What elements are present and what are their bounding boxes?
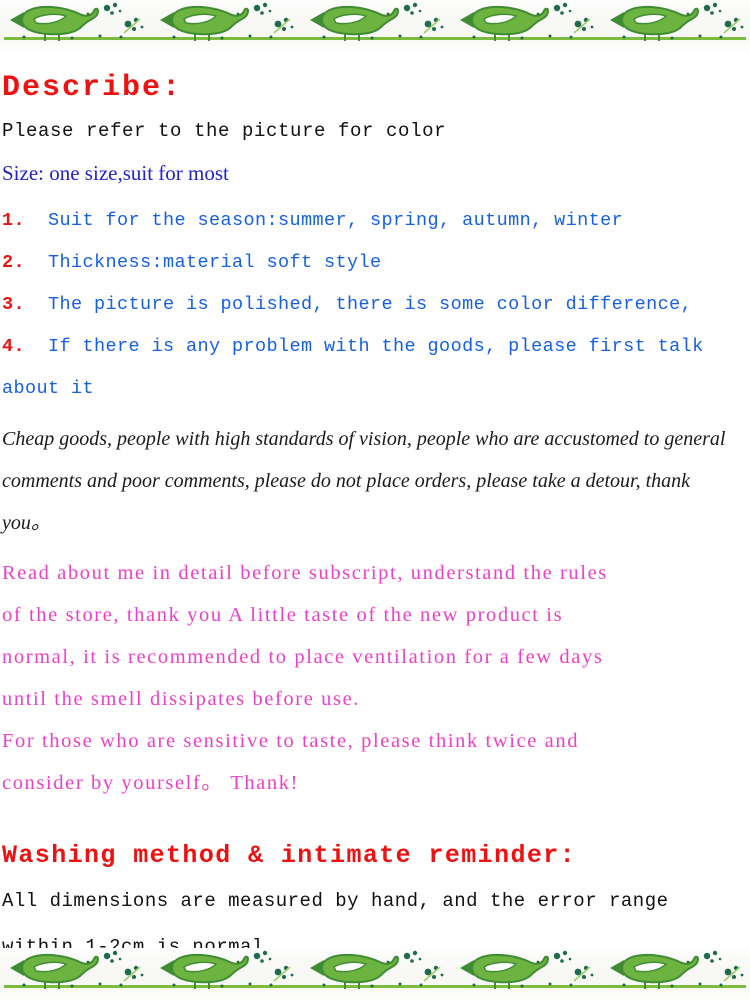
notice-line: Read about me in detail before subscript…	[2, 562, 608, 584]
cheap-goods-notice: Cheap goods, people with high standards …	[2, 428, 726, 534]
top-bird-border	[0, 0, 750, 52]
color-reference-note: Please refer to the picture for color	[2, 120, 447, 142]
washing-note-line: All dimensions are measured by hand, and…	[2, 890, 669, 912]
description-list: 1. Suit for the season:summer, spring, au…	[0, 200, 750, 410]
bird-decoration	[604, 948, 750, 992]
notice-line: of the store, thank you A little taste o…	[2, 604, 564, 626]
store-rules-notice: Read about me in detail before subscript…	[2, 552, 748, 804]
notice-line: normal, it is recommended to place venti…	[2, 646, 604, 668]
list-item: 1. Suit for the season:summer, spring, au…	[2, 200, 750, 242]
list-item-text: Thickness:material soft style	[48, 252, 382, 273]
bird-decoration	[454, 948, 604, 992]
list-item: 4. If there is any problem with the goods…	[2, 326, 750, 368]
list-item-continuation: about it	[2, 378, 95, 399]
list-item-index: 2.	[2, 252, 26, 273]
bird-decoration	[454, 0, 604, 44]
bird-decoration	[604, 0, 750, 44]
bird-decoration	[154, 948, 304, 992]
notice-line: consider by yourself。 Thank!	[2, 772, 299, 794]
notice-line: until the smell dissipates before use.	[2, 688, 360, 710]
list-item-text: If there is any problem with the goods, …	[48, 336, 704, 357]
list-item-text: The picture is polished, there is some c…	[48, 294, 693, 315]
washing-method-heading: Washing method & intimate reminder:	[2, 841, 577, 870]
list-item: 2. Thickness:material soft style	[2, 242, 750, 284]
description-content: Describe: Please refer to the picture fo…	[0, 52, 750, 968]
bird-decoration	[4, 0, 154, 44]
bird-decoration	[304, 0, 454, 44]
list-item-index: 4.	[2, 336, 26, 357]
list-item: 3. The picture is polished, there is some…	[2, 284, 750, 326]
bird-decoration	[4, 948, 154, 992]
bottom-bird-border	[0, 948, 750, 1000]
list-item-index: 1.	[2, 210, 26, 231]
list-item-text: Suit for the season:summer, spring, autu…	[48, 210, 624, 231]
list-item-index: 3.	[2, 294, 26, 315]
describe-heading: Describe:	[2, 71, 183, 105]
bird-decoration	[154, 0, 304, 44]
bird-decoration	[304, 948, 454, 992]
size-note: Size: one size,suit for most	[2, 161, 229, 185]
notice-line: For those who are sensitive to taste, pl…	[2, 730, 580, 752]
